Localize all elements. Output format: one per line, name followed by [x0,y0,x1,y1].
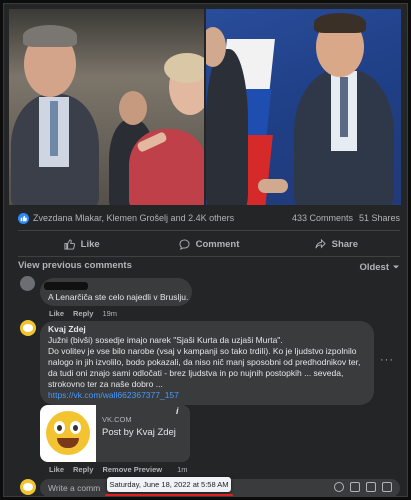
comment1-bubble: A Lenarčiča ste celo najedli v Bruslju. [40,278,192,306]
post-actions: Like Comment Share [18,234,400,254]
comment2-line-1: Južni (bivši) sosedje imajo narek "Sjaši… [48,335,283,345]
comment2-bubble: Kvaj Zdej Južni (bivši) sosedje imajo na… [40,321,374,405]
chevron-down-icon [393,265,399,269]
comment2-reply-link[interactable]: Reply [73,465,93,474]
comments-count[interactable]: 433 Comments [292,213,353,223]
comment1-reply-link[interactable]: Reply [73,309,93,318]
camera-icon[interactable] [350,482,360,492]
like-reaction-icon [18,212,29,224]
sticker-icon[interactable] [382,482,392,492]
link-preview-card[interactable]: VK.COM Post by Kvaj Zdej [40,405,190,462]
redacted-name [44,282,88,290]
comment1-avatar[interactable] [20,276,35,291]
comment2-avatar[interactable] [20,320,36,336]
comment2-author[interactable]: Kvaj Zdej [48,324,366,335]
comment1-meta: Like Reply 19m [49,309,117,318]
comments-header: View previous comments Oldest [18,260,400,274]
reactors-names[interactable]: Zvezdana Mlakar, Klemen Grošelj and 2.4K… [33,213,234,223]
timestamp-tooltip: Saturday, June 18, 2022 at 5:58 AM [107,477,231,492]
divider-bottom [18,256,400,257]
reactions-summary[interactable]: Zvezdana Mlakar, Klemen Grošelj and 2.4K… [18,209,400,227]
like-button[interactable]: Like [18,234,145,254]
comment2-time[interactable]: 1m [177,465,187,474]
info-icon[interactable]: i [176,406,179,416]
view-previous-comments-link[interactable]: View previous comments [18,260,132,274]
comment-icon [179,238,190,250]
comment2-like-link[interactable]: Like [49,465,64,474]
composer-avatar [20,479,36,495]
comment-label: Comment [195,238,240,250]
comment2-line-4: da tudi oni znajo sami odločati - brez l… [48,368,344,378]
comment2-line-2: Do volitev je vse bilo narobe (vsaj v ka… [48,346,357,356]
link-preview-thumbnail [40,405,96,462]
shares-count[interactable]: 51 Shares [359,213,400,223]
comment2-line-5: strokovno ter za naše dobro ... [48,379,163,389]
timestamp-tooltip-text: Saturday, June 18, 2022 at 5:58 AM [109,480,229,489]
composer-icons [334,482,392,492]
share-button[interactable]: Share [273,234,400,254]
photo-left[interactable] [9,9,204,205]
photo-right[interactable] [206,9,401,205]
comment2-meta: Like Reply Remove Preview 1m [49,465,188,474]
sort-dropdown[interactable]: Oldest [359,260,400,274]
comment2-more-options[interactable]: ··· [380,354,394,366]
gif-icon[interactable] [366,482,376,492]
link-preview-domain: VK.COM [102,415,132,424]
post-photos[interactable] [9,9,401,205]
emoji-icon[interactable] [334,482,344,492]
comment1-like-link[interactable]: Like [49,309,64,318]
comment-input-placeholder: Write a comm [48,483,101,493]
comment2-link[interactable]: https://vk.com/wall662367377_157 [48,390,366,401]
link-preview-title: Post by Kvaj Zdej [102,427,176,438]
sort-label: Oldest [359,261,389,273]
comment1-text: A Lenarčiča ste celo najedli v Bruslju. [48,292,189,302]
post-frame: Zvezdana Mlakar, Klemen Grošelj and 2.4K… [3,3,408,497]
remove-preview-link[interactable]: Remove Preview [102,465,162,474]
comment2-line-3: nalogo in jih izvolilo, bodo pokazali, d… [48,357,361,367]
like-icon [64,238,75,250]
red-underline-annotation [105,494,233,496]
comment-button[interactable]: Comment [145,234,272,254]
divider-top [18,230,400,231]
like-label: Like [80,238,100,250]
share-label: Share [331,238,359,250]
comment1-time[interactable]: 19m [102,309,117,318]
share-icon [315,238,326,248]
